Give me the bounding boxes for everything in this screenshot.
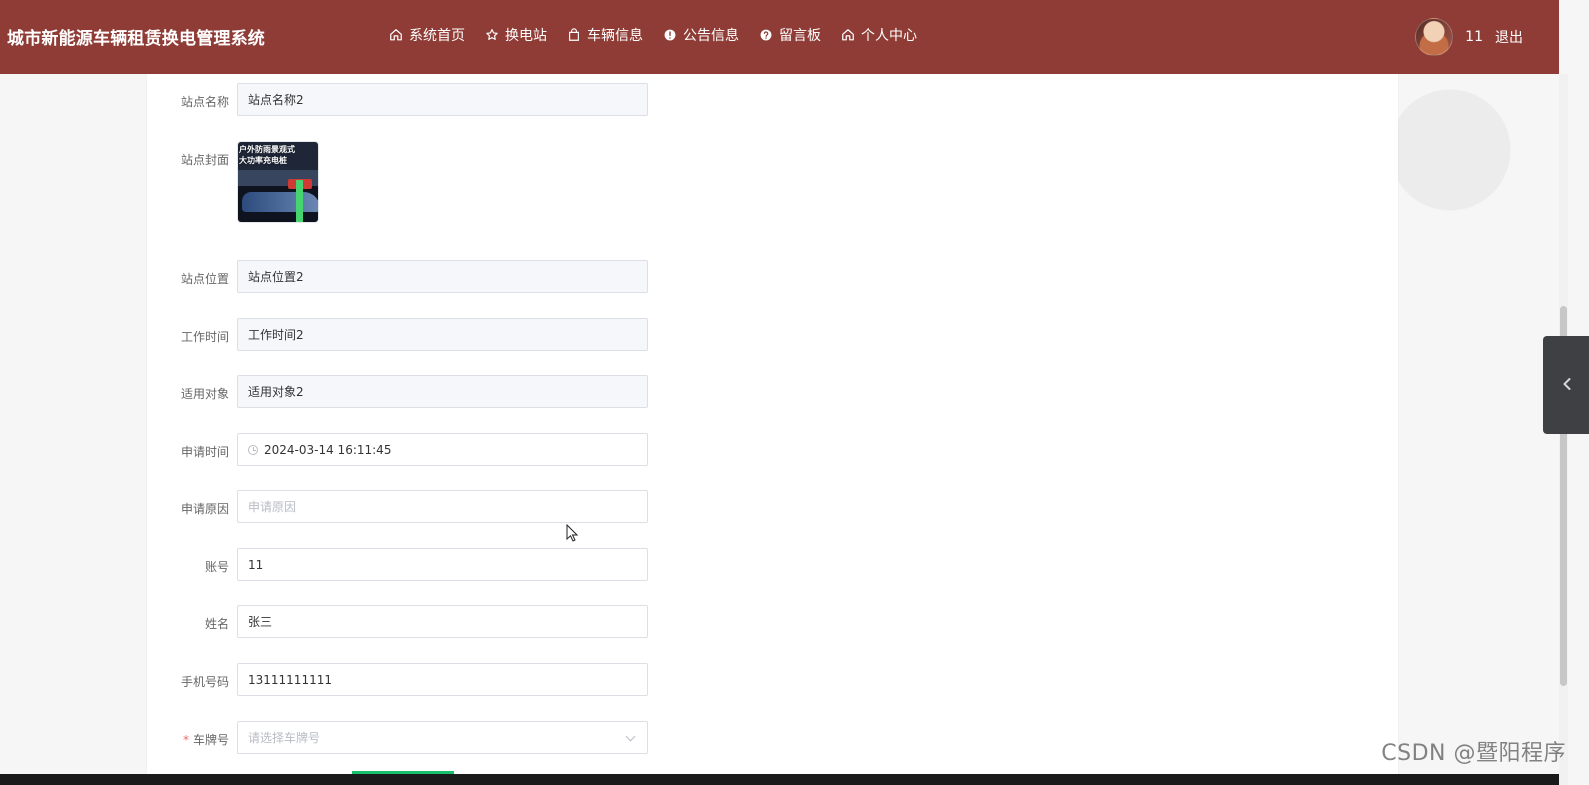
name-label: 姓名 <box>204 617 229 631</box>
work-time-value: 工作时间2 <box>248 328 304 342</box>
home-icon <box>842 29 854 41</box>
account-label: 账号 <box>204 560 229 574</box>
username: 11 <box>1465 29 1483 45</box>
nav-announcement[interactable]: 公告信息 <box>663 25 739 45</box>
nav-message-board-label: 留言板 <box>779 28 821 44</box>
account-field[interactable]: 11 <box>237 548 648 581</box>
nav-swap-station[interactable]: 换电站 <box>485 25 547 45</box>
content-card: 站点名称 站点名称2 站点封面 户外防雨景观式 大功率充电桩 站点位置 站点位置2… <box>147 74 1398 785</box>
station-name-label: 站点名称 <box>180 95 229 109</box>
chevron-down-icon <box>625 732 637 744</box>
name-value: 张三 <box>248 615 273 629</box>
mouse-cursor-icon <box>566 524 578 542</box>
work-time-field: 工作时间2 <box>237 318 648 351</box>
target-value: 适用对象2 <box>248 385 304 399</box>
station-location-value: 站点位置2 <box>248 270 304 284</box>
clock-icon <box>248 444 258 455</box>
site-title: 城市新能源车辆租赁换电管理系统 <box>7 29 265 49</box>
csdn-watermark: CSDN @暨阳程序 <box>1381 741 1566 766</box>
nav-announcement-label: 公告信息 <box>683 28 739 44</box>
help-circle-icon <box>760 29 772 41</box>
logout-link[interactable]: 退出 <box>1495 27 1523 47</box>
green-fragment <box>352 771 454 774</box>
nav-home-label: 系统首页 <box>409 28 465 44</box>
station-location-label: 站点位置 <box>180 272 229 286</box>
apply-time-value: 2024-03-14 16:11:45 <box>264 442 392 457</box>
apply-reason-placeholder: 申请原因 <box>248 500 297 514</box>
chevron-left-icon <box>1563 378 1571 390</box>
station-name-value: 站点名称2 <box>248 93 304 107</box>
nav-personal-center[interactable]: 个人中心 <box>841 25 917 45</box>
account-value: 11 <box>248 557 264 572</box>
top-header: 城市新能源车辆租赁换电管理系统 系统首页 换电站 车辆信息 公告信息 留言板 个… <box>0 0 1559 74</box>
charger-post-illustration <box>296 180 303 222</box>
apply-reason-label: 申请原因 <box>180 502 229 516</box>
apply-time-field[interactable]: 2024-03-14 16:11:45 <box>237 433 648 466</box>
home-icon <box>390 29 402 41</box>
nav-vehicle-info-label: 车辆信息 <box>587 28 643 44</box>
phone-field[interactable]: 13111111111 <box>237 663 648 696</box>
application-form: 站点名称 站点名称2 站点封面 户外防雨景观式 大功率充电桩 站点位置 站点位置2… <box>147 74 847 785</box>
station-cover-image: 户外防雨景观式 大功率充电桩 <box>237 141 319 223</box>
nav-vehicle-info[interactable]: 车辆信息 <box>567 25 643 45</box>
target-label: 适用对象 <box>180 387 229 401</box>
nav-message-board[interactable]: 留言板 <box>759 25 821 45</box>
target-field: 适用对象2 <box>237 375 648 408</box>
required-mark: * <box>182 733 189 747</box>
plate-placeholder: 请选择车牌号 <box>248 731 321 745</box>
plate-label: * 车牌号 <box>147 731 229 748</box>
star-icon <box>486 29 498 40</box>
name-field[interactable]: 张三 <box>237 605 648 638</box>
phone-value: 13111111111 <box>248 672 332 687</box>
nav-swap-station-label: 换电站 <box>505 28 547 44</box>
avatar[interactable] <box>1415 18 1454 56</box>
bottom-strip <box>0 774 1559 785</box>
station-name-field: 站点名称2 <box>237 83 648 116</box>
apply-time-label: 申请时间 <box>180 445 229 459</box>
station-cover-label: 站点封面 <box>180 153 229 167</box>
bag-icon <box>569 28 579 41</box>
user-area: 11 退出 <box>1415 18 1523 56</box>
side-panel-toggle[interactable] <box>1543 336 1589 434</box>
nav-home[interactable]: 系统首页 <box>389 25 465 45</box>
plate-label-text: 车牌号 <box>192 733 229 747</box>
phone-label: 手机号码 <box>180 675 229 689</box>
apply-reason-input[interactable]: 申请原因 <box>237 490 648 523</box>
alert-circle-icon <box>664 29 676 41</box>
station-location-field: 站点位置2 <box>237 260 648 293</box>
station-cover-image-text: 户外防雨景观式 大功率充电桩 <box>239 145 295 165</box>
nav-personal-center-label: 个人中心 <box>861 28 917 44</box>
main-navigation: 系统首页 换电站 车辆信息 公告信息 留言板 个人中心 <box>389 25 917 45</box>
plate-select[interactable]: 请选择车牌号 <box>237 721 648 754</box>
work-time-label: 工作时间 <box>180 330 229 344</box>
car-illustration <box>242 192 318 212</box>
